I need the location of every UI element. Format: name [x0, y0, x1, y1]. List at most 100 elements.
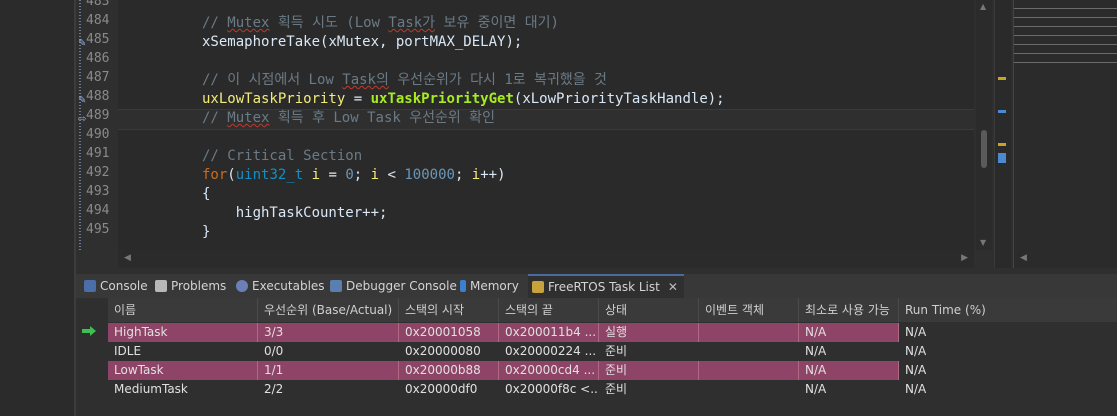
code-token: 획득 후 Low Task 우선순위 확인	[269, 110, 495, 126]
code-token: =	[345, 91, 371, 107]
code-line: // 이 시점에서 Low Task의 우선순위가 다시 1로 복귀했을 것	[202, 71, 607, 90]
cell-state: 실행	[599, 323, 699, 342]
ruler-marker[interactable]	[998, 143, 1006, 146]
column-header-stack-start[interactable]: 스택의 시작	[399, 298, 499, 322]
breakpoint-marker-icon[interactable]: ✎	[78, 95, 88, 107]
cell-event	[699, 342, 799, 361]
tab-console[interactable]: Console	[84, 274, 148, 298]
code-token: uxLowTaskPriority	[202, 91, 346, 107]
line-number: 484	[86, 13, 110, 28]
cell-stack-end: 0x20000f8c <...	[505, 382, 599, 396]
cell-stack-start: 0x20000df0	[405, 382, 478, 396]
line-number: 491	[86, 146, 110, 161]
code-token: (xMutex, portMAX_DELAY);	[320, 34, 523, 50]
code-token: i	[303, 167, 321, 183]
column-header-priority[interactable]: 우선순위 (Base/Actual)	[258, 298, 399, 322]
scroll-left-icon[interactable]: ◀	[124, 253, 131, 263]
code-editor[interactable]: 483 484 485 486 487 488 489 490 491 492 …	[76, 0, 994, 268]
cell-min-free: N/A	[799, 361, 899, 380]
ruler-marker[interactable]	[998, 153, 1006, 163]
scroll-left-icon[interactable]: ◀	[1020, 253, 1027, 263]
code-token: i	[471, 167, 481, 183]
cell-event	[699, 323, 799, 342]
tab-label: Memory	[470, 279, 519, 293]
tab-executables[interactable]: Executables	[236, 274, 325, 298]
scroll-right-icon[interactable]: ▶	[961, 253, 968, 263]
code-line: }	[202, 224, 211, 240]
cell-runtime: N/A	[905, 325, 927, 339]
editor-scroll-thumb[interactable]	[981, 130, 987, 168]
breakpoint-marker-icon[interactable]: ✎	[78, 38, 88, 50]
column-header-state[interactable]: 상태	[599, 298, 699, 322]
line-number: 486	[86, 51, 110, 66]
cell-stack-start: 0x20000b88	[399, 361, 499, 380]
tab-memory[interactable]: Memory	[460, 274, 519, 298]
task-list-table: 이름 우선순위 (Base/Actual) 스택의 시작 스택의 끝 상태 이벤…	[76, 298, 1117, 416]
outline-rule	[1014, 35, 1117, 36]
ruler-marker[interactable]	[998, 110, 1006, 113]
cell-runtime: N/A	[905, 363, 927, 377]
code-line: xSemaphoreTake(xMutex, portMAX_DELAY);	[202, 33, 522, 52]
close-icon[interactable]: ✕	[668, 280, 678, 294]
cell-stack-end: 0x20000cd4 ...	[499, 361, 599, 380]
code-token: Mutex	[227, 15, 270, 31]
code-token: Task가	[388, 15, 436, 31]
cell-name: IDLE	[114, 344, 142, 358]
scroll-up-icon[interactable]: ▲	[980, 2, 986, 11]
code-token: ++;	[362, 205, 388, 221]
outline-rule	[1014, 17, 1117, 18]
editor-horizontal-scrollbar[interactable]: ◀ ▶	[118, 250, 974, 268]
cell-priority: 1/1	[258, 361, 399, 380]
code-token: ++)	[480, 167, 506, 183]
column-header-event-object[interactable]: 이벤트 객체	[699, 298, 799, 322]
code-token: i	[370, 167, 380, 183]
code-line: // Mutex 획득 후 Low Task 우선순위 확인	[202, 109, 495, 128]
table-row[interactable]: LowTask 1/1 0x20000b88 0x20000cd4 ... 준비…	[108, 361, 1117, 380]
outline-rule	[1014, 44, 1117, 45]
column-header-name[interactable]: 이름	[108, 298, 258, 322]
cell-state: 준비	[599, 361, 699, 380]
code-token: // 이 시점에서 Low	[202, 72, 343, 88]
code-text-area[interactable]: // Mutex 획득 시도 (Low Task가 보유 중이면 대기) xSe…	[118, 0, 974, 250]
cell-runtime: N/A	[905, 344, 927, 358]
column-header-min-free[interactable]: 최소로 사용 가능	[799, 298, 899, 322]
line-number: 483	[86, 0, 110, 9]
tab-freertos-task-list[interactable]: FreeRTOS Task List ✕	[528, 274, 684, 298]
code-token: <	[379, 167, 405, 183]
tab-debugger-console[interactable]: Debugger Console	[330, 274, 457, 298]
executables-icon	[236, 280, 248, 292]
cell-state: 준비	[605, 382, 628, 396]
overview-ruler[interactable]	[994, 0, 1011, 268]
memory-icon	[460, 280, 466, 292]
table-row[interactable]: HighTask 3/3 0x20001058 0x200011b4 ... 실…	[108, 323, 1117, 342]
code-token: =	[320, 167, 346, 183]
line-number: 487	[86, 70, 110, 85]
editor-vertical-scrollbar[interactable]: ▲ ▼	[976, 0, 992, 250]
cell-runtime: N/A	[905, 382, 927, 396]
code-token: 획득 시도 (Low	[269, 15, 389, 31]
line-number: 490	[86, 127, 110, 142]
table-row[interactable]: IDLE 0/0 0x20000080 0x20000224 ... 준비 N/…	[108, 342, 1117, 361]
table-row[interactable]: MediumTask 2/2 0x20000df0 0x20000f8c <..…	[108, 380, 1117, 399]
tab-label: Problems	[171, 279, 227, 293]
tab-problems[interactable]: Problems	[155, 274, 226, 298]
code-token: (	[227, 167, 236, 183]
column-header-runtime[interactable]: Run Time (%)	[899, 298, 1117, 322]
line-number: 489	[86, 108, 110, 123]
cell-name: MediumTask	[114, 382, 188, 396]
cell-min-free: N/A	[799, 323, 899, 342]
code-token: xSemaphoreTake	[202, 34, 321, 50]
cell-min-free: N/A	[805, 382, 827, 396]
code-token: (xLowPriorityTaskHandle);	[513, 91, 725, 107]
instruction-pointer-icon: ⇨	[78, 114, 87, 125]
cell-stack-start: 0x20001058	[399, 323, 499, 342]
column-header-stack-end[interactable]: 스택의 끝	[499, 298, 599, 322]
tab-label: Executables	[252, 279, 325, 293]
cell-state: 준비	[605, 344, 628, 358]
code-token: highTaskCounter	[235, 205, 363, 221]
code-token: //	[202, 15, 228, 31]
scroll-down-icon[interactable]: ▼	[980, 238, 986, 247]
cell-min-free: N/A	[805, 344, 827, 358]
ruler-marker[interactable]	[998, 77, 1006, 80]
cell-stack-start: 0x20000080	[405, 344, 481, 358]
